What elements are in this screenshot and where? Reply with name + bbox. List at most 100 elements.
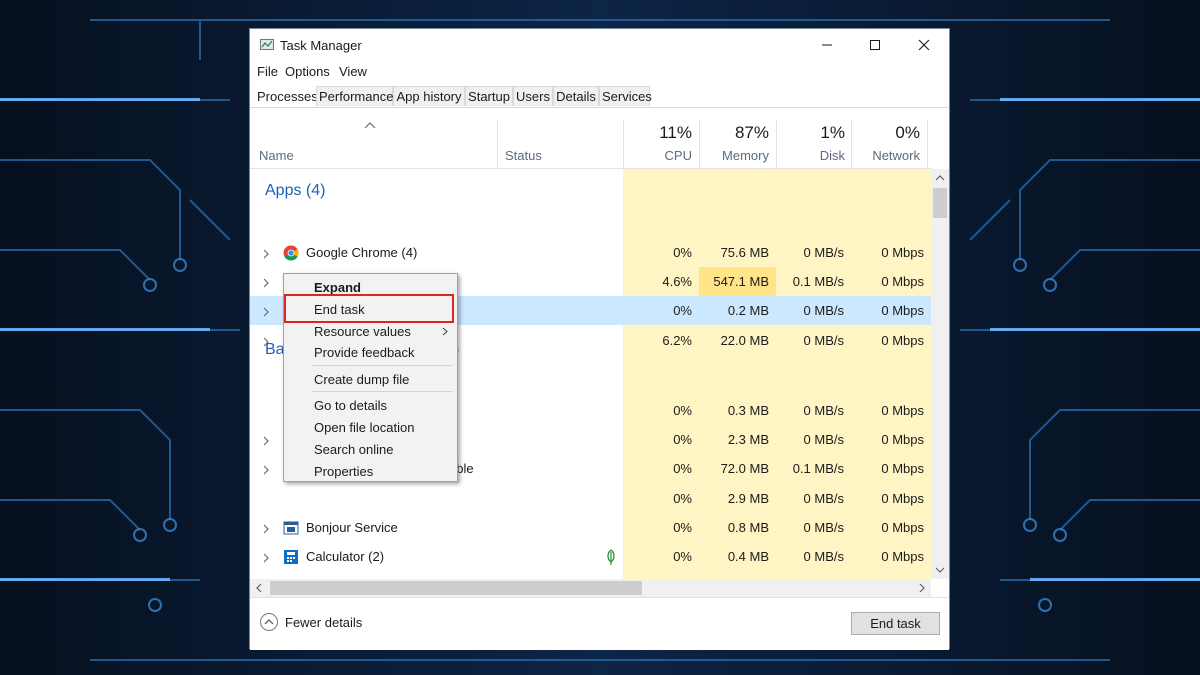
- column-header: Name Status 11% CPU 87% Memory 1% Disk 0…: [250, 108, 931, 169]
- header-network[interactable]: Network: [851, 148, 920, 163]
- context-item-go-to-details[interactable]: Go to details: [314, 398, 387, 413]
- header-cpu-percent[interactable]: 11%: [623, 123, 692, 143]
- header-status[interactable]: Status: [505, 148, 542, 163]
- context-item-resource-values[interactable]: Resource values: [314, 324, 411, 339]
- minimize-button[interactable]: [803, 29, 851, 61]
- tab-startup[interactable]: Startup: [465, 86, 513, 106]
- horizontal-scrollbar[interactable]: [250, 579, 931, 597]
- process-row[interactable]: Calculator (2) 0% 0.4 MB 0 MB/s 0 Mbps: [250, 542, 931, 571]
- cell-network: 0 Mbps: [851, 572, 931, 579]
- cell-disk: 0.1 MB/s: [792, 461, 844, 476]
- chevron-right-icon[interactable]: [262, 276, 270, 288]
- menu-options[interactable]: Options: [285, 64, 330, 79]
- cell-disk: 0 MB/s: [803, 333, 844, 348]
- tab-performance[interactable]: Performance: [316, 86, 393, 106]
- cell-network: 0 Mbps: [881, 549, 924, 564]
- horizontal-scroll-thumb[interactable]: [270, 581, 642, 595]
- context-item-search-online[interactable]: Search online: [314, 442, 394, 457]
- chevron-right-icon[interactable]: [262, 335, 270, 347]
- tab-strip: Processes Performance App history Startu…: [250, 85, 949, 108]
- close-icon: [918, 39, 930, 51]
- menu-file[interactable]: File: [257, 64, 278, 79]
- header-name[interactable]: Name: [259, 148, 294, 163]
- cell-network: 0 Mbps: [881, 491, 924, 506]
- chevron-right-icon[interactable]: [262, 247, 270, 259]
- header-cpu[interactable]: CPU: [623, 148, 692, 163]
- chevron-right-icon[interactable]: [262, 463, 270, 475]
- chevron-up-circle-icon: [260, 613, 278, 631]
- scroll-down-icon[interactable]: [931, 561, 949, 579]
- vertical-scrollbar[interactable]: [931, 169, 949, 579]
- header-memory-percent[interactable]: 87%: [699, 123, 769, 143]
- cell-cpu: 0%: [623, 572, 699, 579]
- cell-memory: 0.8 MB: [727, 520, 769, 535]
- cell-network: 0 Mbps: [881, 245, 924, 260]
- cell-memory: 75.6 MB: [720, 245, 769, 260]
- process-row[interactable]: Google Chrome (4) 0% 75.6 MB 0 MB/s 0 Mbps: [250, 238, 931, 267]
- vertical-scroll-thumb[interactable]: [933, 188, 947, 218]
- context-item-provide-feedback[interactable]: Provide feedback: [314, 345, 414, 360]
- menu-bar: File Options View: [250, 61, 949, 81]
- process-name: Google Chrome (4): [306, 245, 418, 260]
- end-task-button[interactable]: End task: [851, 612, 940, 635]
- cell-disk: 0 MB/s: [803, 245, 844, 260]
- cell-disk: 0 MB/s: [776, 572, 851, 579]
- cell-memory: 547.1 MB: [699, 267, 776, 296]
- cell-disk: 0 MB/s: [803, 432, 844, 447]
- cell-cpu: 0%: [673, 549, 692, 564]
- scroll-up-icon[interactable]: [931, 169, 949, 187]
- chevron-right-icon[interactable]: [262, 434, 270, 446]
- close-button[interactable]: [900, 29, 948, 61]
- header-memory[interactable]: Memory: [699, 148, 769, 163]
- context-separator: [312, 391, 453, 392]
- tab-processes[interactable]: Processes: [254, 86, 318, 106]
- context-item-create-dump-file[interactable]: Create dump file: [314, 372, 409, 387]
- process-row[interactable]: Bonjour Service 0% 0.8 MB 0 MB/s 0 Mbps: [250, 513, 931, 542]
- tab-details[interactable]: Details: [553, 86, 599, 106]
- cell-disk: 0.1 MB/s: [792, 274, 844, 289]
- cell-cpu: 0%: [673, 461, 692, 476]
- cell-memory: 0.3 MB: [727, 403, 769, 418]
- context-separator: [312, 365, 453, 366]
- group-apps[interactable]: Apps (4): [265, 182, 325, 200]
- cell-cpu: 0%: [673, 520, 692, 535]
- chevron-right-icon[interactable]: [262, 305, 270, 317]
- cell-memory: 2.9 MB: [727, 491, 769, 506]
- cell-network: 0 Mbps: [881, 274, 924, 289]
- scroll-right-icon[interactable]: [913, 579, 931, 597]
- header-disk[interactable]: Disk: [776, 148, 845, 163]
- cell-cpu: 0%: [673, 432, 692, 447]
- header-disk-percent[interactable]: 1%: [776, 123, 845, 143]
- menu-view[interactable]: View: [339, 64, 367, 79]
- cell-network: 0 Mbps: [881, 333, 924, 348]
- cell-network: 0 Mbps: [881, 520, 924, 535]
- maximize-button[interactable]: [851, 29, 899, 61]
- header-network-percent[interactable]: 0%: [851, 123, 920, 143]
- fewer-details-button[interactable]: Fewer details: [260, 613, 362, 631]
- cell-network: 0 Mbps: [881, 303, 924, 318]
- context-item-expand[interactable]: Expand: [314, 280, 361, 295]
- service-icon: [283, 520, 299, 536]
- process-row[interactable]: 0% 2.9 MB 0 MB/s 0 Mbps: [250, 484, 931, 513]
- scroll-left-icon[interactable]: [250, 579, 268, 597]
- cell-disk: 0 MB/s: [803, 549, 844, 564]
- process-name: Bonjour Service: [306, 520, 398, 535]
- tab-users[interactable]: Users: [513, 86, 553, 106]
- cell-cpu: 0%: [673, 245, 692, 260]
- tab-services[interactable]: Services: [599, 86, 652, 106]
- process-row[interactable]: COM Surrogate0%0.5 MB0 MB/s0 Mbps: [250, 572, 931, 579]
- cell-cpu: 6.2%: [662, 333, 692, 348]
- chevron-right-icon[interactable]: [262, 551, 270, 563]
- sort-ascending-icon[interactable]: [364, 121, 376, 129]
- cell-cpu: 0%: [673, 303, 692, 318]
- submenu-arrow-icon: [442, 327, 448, 336]
- context-item-properties[interactable]: Properties: [314, 464, 373, 479]
- title-bar[interactable]: Task Manager: [250, 29, 949, 61]
- context-item-open-file-location[interactable]: Open file location: [314, 420, 414, 435]
- cell-memory: 22.0 MB: [720, 333, 769, 348]
- cell-disk: 0 MB/s: [803, 403, 844, 418]
- chevron-right-icon[interactable]: [262, 522, 270, 534]
- cell-memory: 2.3 MB: [727, 432, 769, 447]
- tab-app-history[interactable]: App history: [393, 86, 465, 106]
- cell-cpu: 0%: [673, 403, 692, 418]
